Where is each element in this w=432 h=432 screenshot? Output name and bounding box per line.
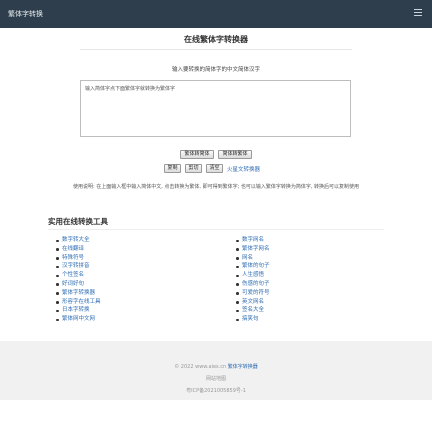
tool-link[interactable]: 网名 [236, 254, 270, 263]
tool-link[interactable]: 繁体字转换器 [56, 289, 101, 298]
page-footer: © 2022 www.aies.cn 繁体字转换器 网站地图 粤ICP备2021… [0, 341, 432, 400]
tool-link[interactable]: 日本字转换 [56, 306, 101, 315]
tool-link[interactable]: 英文网名 [236, 298, 270, 307]
tool-link[interactable]: 繁体的句子 [236, 262, 270, 271]
page-title: 在线繁体字转换器 [184, 35, 248, 44]
usage-instructions: 使用说明: 在上面输入框中输入简体中文, 点击转换为繁体, 即可得到繁体字; 也… [72, 184, 360, 190]
tool-link[interactable]: 繁体网中文网 [56, 315, 101, 324]
tool-link[interactable]: 特殊符号 [56, 254, 101, 263]
tool-link[interactable]: 数字转大全 [56, 236, 101, 245]
clear-button[interactable]: 清空 [206, 164, 223, 173]
icp-record: 粤ICP备2021005859号-1 [186, 388, 246, 394]
tool-link[interactable]: 好词好句 [56, 280, 101, 289]
traditional-to-simplified-button[interactable]: 繁体转简体 [180, 150, 214, 159]
tool-link[interactable]: 数字网名 [236, 236, 270, 245]
conversion-text-input[interactable]: 输入简体字点下面繁体字就转换为繁体字 [80, 80, 351, 137]
tool-link[interactable]: 搞笑句 [236, 315, 270, 324]
hamburger-menu-icon[interactable] [414, 9, 422, 18]
simplified-to-traditional-button[interactable]: 简体转繁体 [218, 150, 252, 159]
tool-link[interactable]: 形容字在线工具 [56, 298, 101, 307]
site-brand[interactable]: 繁体字转换 [8, 9, 43, 19]
top-navbar: 繁体字转换 [0, 0, 432, 28]
tool-link[interactable]: 签名大全 [236, 306, 270, 315]
tools-section-heading: 实用在线转换工具 [48, 217, 108, 226]
copyright-text: © 2022 www.aies.cn [174, 364, 228, 370]
footer-site-link[interactable]: 繁体字转换器 [228, 364, 258, 370]
tool-link[interactable]: 可爱的符号 [236, 289, 270, 298]
input-prompt: 输入要转换的简体字的中文简体汉字 [171, 67, 260, 73]
tool-link[interactable]: 人生感悟 [236, 271, 270, 280]
tool-link[interactable]: 伤感的句子 [236, 280, 270, 289]
copy-button[interactable]: 复制 [164, 164, 181, 173]
tools-divider [48, 229, 384, 230]
tool-link[interactable]: 繁体字网名 [236, 245, 270, 254]
tool-links-right: 数字网名 繁体字网名 网名 繁体的句子 人生感悟 伤感的句子 可爱的符号 英文网… [236, 236, 270, 324]
title-divider [80, 49, 352, 50]
copyright-line: © 2022 www.aies.cn 繁体字转换器 [0, 363, 432, 370]
tool-link[interactable]: 汉字转拼音 [56, 262, 101, 271]
tool-link[interactable]: 个性签名 [56, 271, 101, 280]
tool-link[interactable]: 在线翻译 [56, 245, 101, 254]
mars-text-converter-link[interactable]: 火星文转换器 [227, 165, 260, 173]
cut-button[interactable]: 剪切 [185, 164, 202, 173]
tool-links-left: 数字转大全 在线翻译 特殊符号 汉字转拼音 个性签名 好词好句 繁体字转换器 形… [56, 236, 101, 324]
sitemap-link[interactable]: 网站地图 [0, 375, 432, 382]
